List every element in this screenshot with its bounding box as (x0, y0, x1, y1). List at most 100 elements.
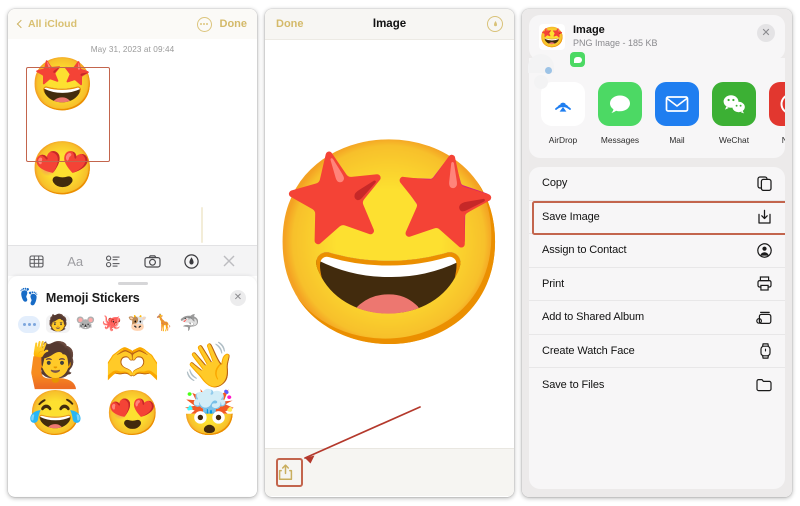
share-app-label: NetE (781, 135, 785, 145)
preview-nav-bar: Done Image (265, 9, 514, 40)
markup-pen-icon[interactable] (487, 16, 503, 32)
back-to-all-icloud-button[interactable]: All iCloud (16, 18, 77, 30)
share-apps-row: AirDrop Messages Mail WeChat N (529, 78, 785, 158)
print-icon (757, 276, 772, 291)
messages-badge-icon (570, 52, 585, 67)
back-label: All iCloud (28, 18, 77, 30)
action-label: Create Watch Face (542, 344, 635, 357)
chevron-left-icon (16, 19, 26, 29)
sticker-item[interactable]: 🤯 (172, 390, 247, 437)
share-app-mail[interactable]: Mail (655, 82, 699, 148)
drawer-close-icon[interactable]: ✕ (230, 290, 246, 306)
copy-icon (757, 176, 772, 191)
share-item-info: Image PNG Image - 185 KB (573, 24, 658, 48)
memoji-sticker-star-eyes: 🤩 (30, 56, 95, 114)
category-shark[interactable]: 🦈 (180, 316, 200, 332)
share-sheet: 🤩 Image PNG Image - 185 KB ✕ AirDrop Mes… (522, 9, 792, 497)
nav-right-group: Done (196, 16, 248, 32)
wechat-icon (712, 82, 756, 126)
share-app-label: AirDrop (548, 135, 578, 145)
folder-icon (756, 378, 772, 392)
sticker-item[interactable]: 😍 (95, 390, 170, 437)
sticker-grid: 🙋 🫶 👋 😂 😍 🤯 (8, 339, 257, 437)
sticker-item[interactable]: 😂 (18, 390, 93, 437)
action-save-image[interactable]: Save Image (529, 200, 785, 235)
text-format-icon[interactable]: Aa (67, 254, 83, 269)
action-label: Copy (542, 177, 568, 190)
share-actions-list: Copy Save Image Assign to Contact Print … (529, 167, 785, 489)
highlight-box-save-image (532, 200, 785, 235)
screenshot-root: All iCloud Done May 31, 2023 at 09:44 🤩 … (0, 0, 800, 506)
netease-icon (769, 82, 785, 126)
memoji-app-icon: 👣 (19, 289, 39, 306)
message-bubble-star-eyes[interactable]: 🤩 (8, 56, 257, 139)
action-add-to-shared-album[interactable]: Add to Shared Album (529, 301, 785, 335)
airdrop-icon (541, 82, 585, 126)
close-icon[interactable] (222, 254, 236, 268)
watch-face-icon (759, 343, 772, 359)
drawer-grabber[interactable] (117, 282, 148, 285)
more-circle-icon[interactable] (196, 16, 212, 32)
share-contacts-row (528, 52, 785, 89)
action-label: Add to Shared Album (542, 311, 645, 324)
markup-pen-icon[interactable] (184, 253, 199, 269)
image-preview-area[interactable]: 🤩 (265, 40, 514, 448)
panel-image-preview: Done Image 🤩 (265, 9, 514, 497)
sticker-item[interactable]: 🫶 (95, 342, 170, 389)
category-cow[interactable]: 🐮 (128, 316, 148, 332)
panel-share-sheet: 🤩 Image PNG Image - 185 KB ✕ AirDrop Mes… (522, 9, 792, 497)
action-print[interactable]: Print (529, 268, 785, 301)
share-app-airdrop[interactable]: AirDrop (541, 82, 585, 148)
memoji-stickers-drawer: 👣 Memoji Stickers ✕ 🧑 🐭 🐙 🐮 🦒 🦈 🙋 🫶 👋 😂 … (8, 276, 257, 496)
assign-contact-icon (757, 242, 772, 258)
category-memoji[interactable]: 🧑 (46, 315, 70, 333)
sticker-item[interactable]: 👋 (172, 342, 247, 389)
recents-dots-icon[interactable] (18, 315, 40, 333)
share-item-subtitle: PNG Image - 185 KB (573, 38, 658, 48)
messages-nav-bar: All iCloud Done (8, 9, 257, 39)
sticker-category-row: 🧑 🐭 🐙 🐮 🦒 🦈 (8, 313, 257, 339)
list-icon[interactable] (106, 255, 121, 268)
category-octopus[interactable]: 🐙 (102, 316, 122, 332)
preview-image-memoji: 🤩 (265, 132, 514, 355)
action-create-watch-face[interactable]: Create Watch Face (529, 335, 785, 368)
drawer-header: 👣 Memoji Stickers ✕ (8, 290, 257, 313)
close-icon[interactable]: ✕ (757, 24, 775, 42)
preview-done-button[interactable]: Done (276, 18, 304, 30)
drawer-title: Memoji Stickers (45, 291, 140, 305)
action-copy[interactable]: Copy (529, 167, 785, 201)
messages-app-toolbar: Aa (8, 245, 257, 276)
share-app-label: Messages (600, 135, 640, 145)
category-mouse[interactable]: 🐭 (76, 316, 96, 332)
thread-scroll-indicator (201, 207, 203, 243)
mail-icon (655, 82, 699, 126)
action-label: Save to Files (542, 378, 605, 391)
sticker-item[interactable]: 🙋 (18, 342, 93, 389)
share-app-wechat[interactable]: WeChat (712, 82, 756, 148)
thread-date: May 31, 2023 at 09:44 (90, 45, 175, 54)
memoji-sticker-heart-eyes: 😍 (30, 140, 95, 198)
share-app-messages[interactable]: Messages (598, 82, 642, 148)
message-bubble-heart-eyes[interactable]: 😍 (8, 140, 257, 223)
message-thread: May 31, 2023 at 09:44 🤩 😍 (8, 39, 257, 245)
camera-icon[interactable] (144, 254, 161, 268)
share-item-thumbnail: 🤩 (539, 24, 565, 50)
share-sheet-header: 🤩 Image PNG Image - 185 KB ✕ (529, 15, 785, 60)
decor-dot-icon (545, 67, 552, 74)
category-giraffe[interactable]: 🦒 (154, 316, 174, 332)
messages-icon (598, 82, 642, 126)
highlight-box-share-button (276, 458, 303, 487)
action-label: Print (542, 277, 565, 290)
share-item-title: Image (573, 24, 605, 36)
panel-messages-thread: All iCloud Done May 31, 2023 at 09:44 🤩 … (8, 9, 257, 497)
done-button[interactable]: Done (220, 18, 248, 30)
action-label: Assign to Contact (542, 244, 627, 257)
share-app-netease[interactable]: NetE (769, 82, 785, 148)
share-app-label: WeChat (718, 135, 750, 145)
preview-bottom-bar (265, 448, 514, 496)
action-save-to-files[interactable]: Save to Files (529, 368, 785, 402)
action-assign-to-contact[interactable]: Assign to Contact (529, 234, 785, 268)
shared-album-icon (756, 310, 772, 325)
share-app-label: Mail (669, 135, 685, 145)
apps-grid-icon[interactable] (29, 254, 44, 268)
